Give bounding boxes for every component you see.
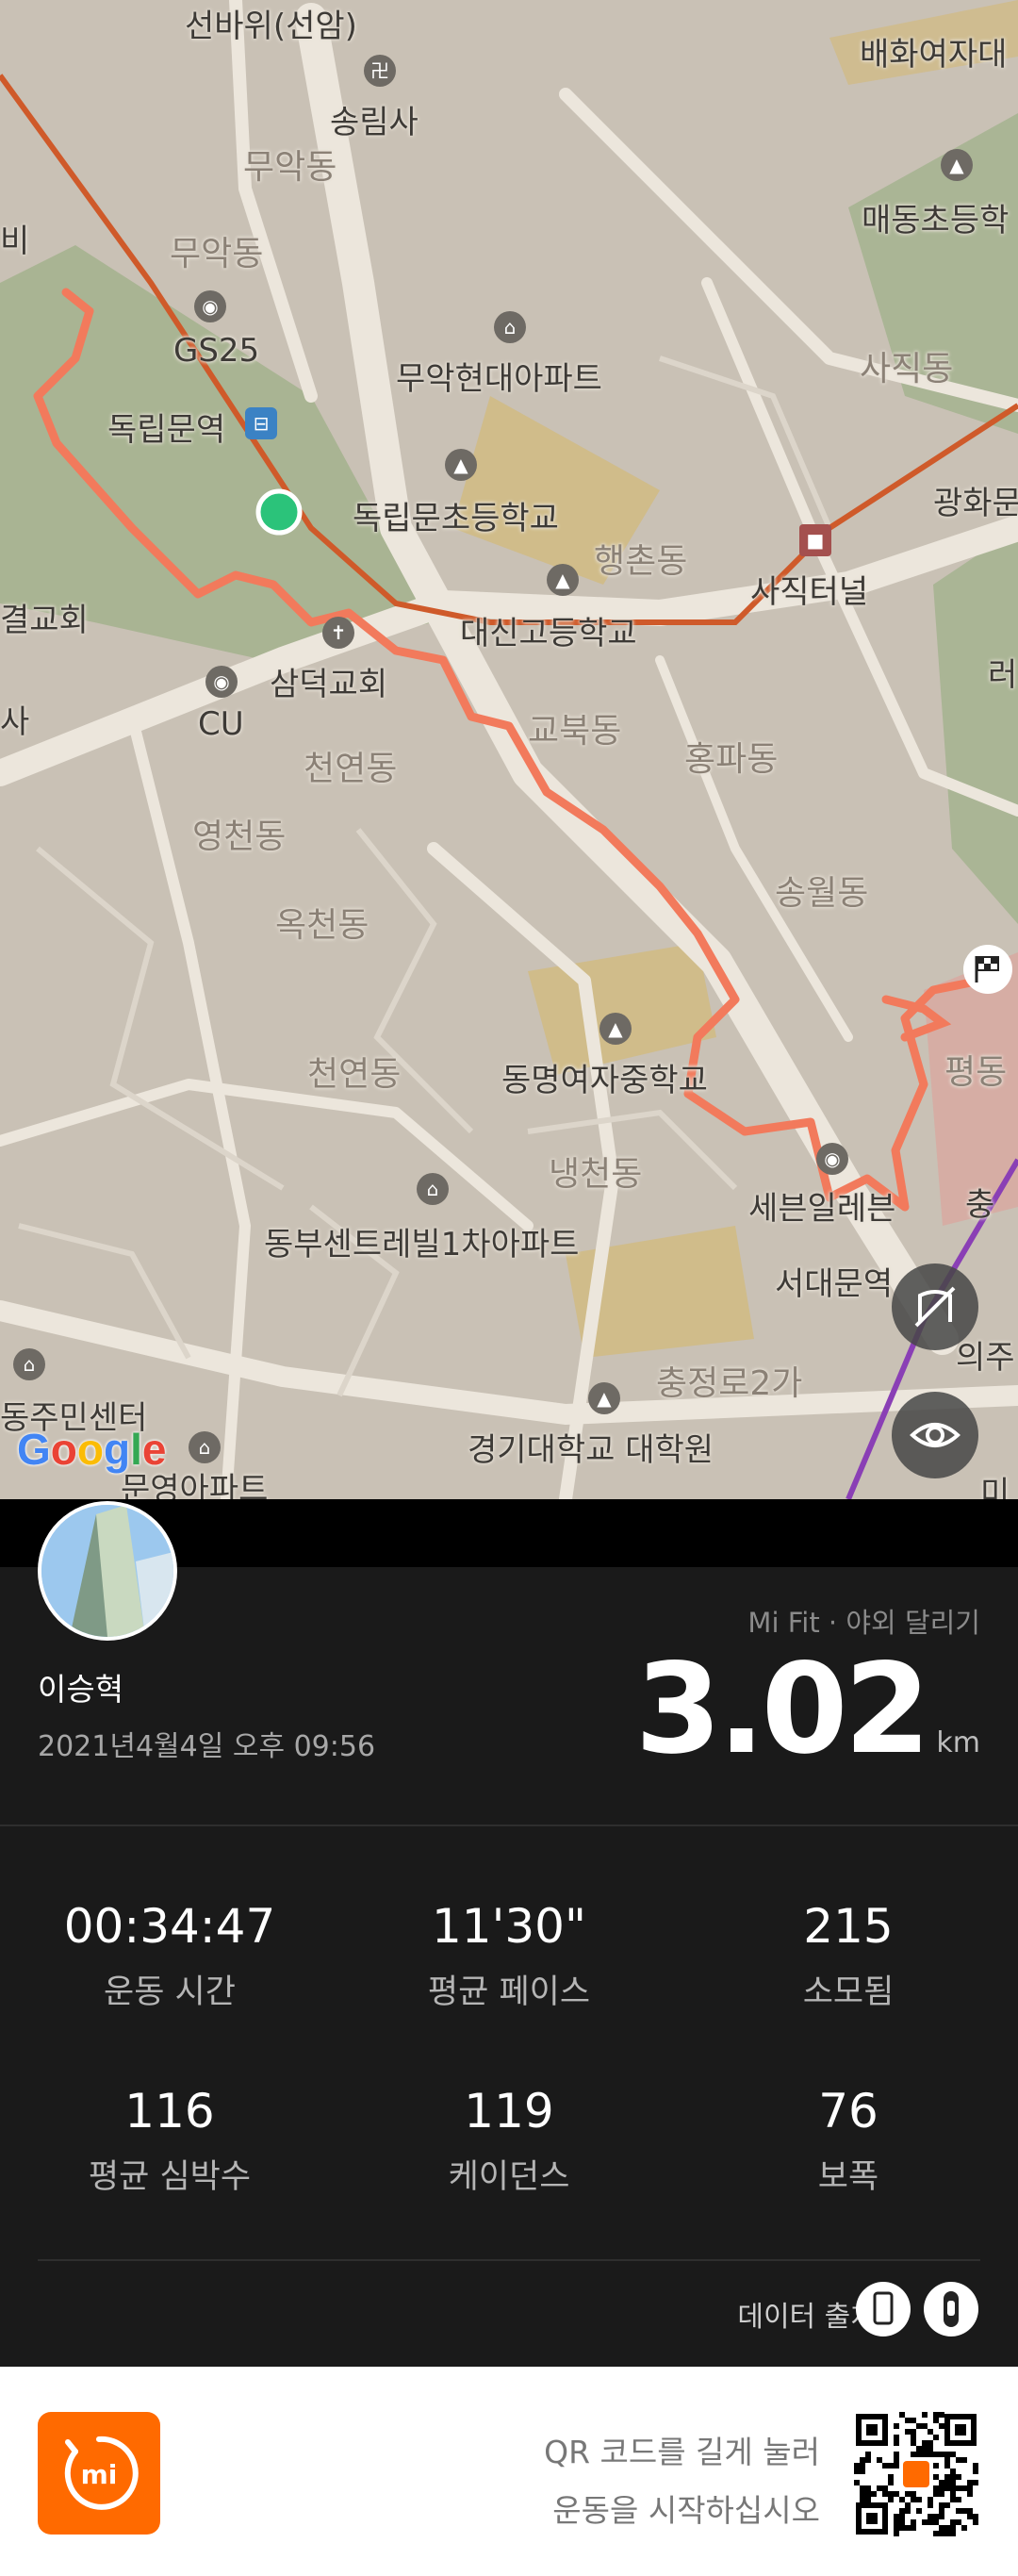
distance-display: 3.02 km bbox=[635, 1637, 980, 1782]
church-icon: ✝ bbox=[322, 617, 354, 649]
avatar[interactable] bbox=[38, 1501, 177, 1641]
stat-label: 운동 시간 bbox=[104, 1973, 236, 2011]
avatar-image bbox=[41, 1505, 173, 1637]
eye-icon bbox=[910, 1423, 961, 1447]
map-label: 충정로2가 bbox=[656, 1364, 803, 1403]
map-label: 광화문 bbox=[933, 485, 1018, 522]
stat-label: 케이던스 bbox=[448, 2158, 570, 2196]
stat-label: 소모됨 bbox=[802, 1973, 895, 2011]
view-toggle-button[interactable] bbox=[892, 1392, 978, 1478]
distance-value: 3.02 bbox=[634, 1637, 931, 1782]
map-label: 선바위(선암) bbox=[185, 8, 357, 45]
user-name: 이승혁 bbox=[38, 1671, 124, 1708]
map-label: 사 bbox=[0, 703, 30, 741]
map-label: 동부센트레빌1차아파트 bbox=[264, 1226, 580, 1263]
map-label: 평동 bbox=[944, 1053, 1008, 1092]
subway-icon: ⊟ bbox=[245, 407, 277, 439]
map-label: 송월동 bbox=[775, 874, 869, 913]
stat-cadence: 119 케이던스 bbox=[349, 2084, 669, 2198]
qr-instruction-line2: 운동을 시작하십시오 bbox=[552, 2492, 820, 2529]
map-label: GS25 bbox=[173, 332, 260, 370]
school-icon: ▲ bbox=[599, 1013, 632, 1045]
map-label: 천연동 bbox=[307, 1055, 402, 1094]
qr-instruction-line1: QR 코드를 길게 눌러 bbox=[544, 2434, 820, 2470]
map-label: 동명여자중학교 bbox=[501, 1062, 708, 1099]
stat-value: 00:34:47 bbox=[63, 1899, 276, 1954]
stat-calories: 215 소모됨 bbox=[688, 1899, 1009, 2013]
map-label: 결교회 bbox=[0, 602, 89, 639]
map-label: 무악동 bbox=[243, 148, 337, 187]
stat-avg-heart-rate: 116 평균 심박수 bbox=[9, 2084, 330, 2198]
stat-value: 215 bbox=[803, 1899, 894, 1954]
hide-route-button[interactable] bbox=[892, 1263, 978, 1350]
map-label: 천연동 bbox=[304, 750, 398, 788]
map-label: CU bbox=[198, 705, 244, 743]
map-label: 냉천동 bbox=[549, 1155, 643, 1194]
no-route-icon bbox=[914, 1286, 956, 1328]
divider bbox=[0, 1825, 1018, 1826]
map-label: 독립문역 bbox=[107, 411, 226, 449]
shop-icon: ◉ bbox=[194, 290, 226, 322]
stat-label: 평균 페이스 bbox=[427, 1973, 591, 2011]
school-icon: ▲ bbox=[588, 1382, 620, 1414]
map-label: 홍파동 bbox=[684, 740, 779, 779]
home-icon: ⌂ bbox=[417, 1173, 449, 1205]
stat-value: 116 bbox=[124, 2084, 215, 2138]
map-label: 러 bbox=[988, 656, 1018, 694]
stat-stride: 76 보폭 bbox=[688, 2084, 1009, 2198]
map-label: 독립문초등학교 bbox=[353, 500, 559, 537]
qr-code[interactable] bbox=[854, 2412, 978, 2536]
map-label: 경기대학교 대학원 bbox=[468, 1431, 714, 1469]
map-label: 대신고등학교 bbox=[460, 615, 637, 652]
school-icon: ▲ bbox=[547, 564, 579, 596]
map-label: 무악동 bbox=[170, 235, 264, 273]
map-label: 충 bbox=[965, 1186, 995, 1224]
map-label: 미 bbox=[980, 1475, 1010, 1499]
workout-datetime: 2021년4월4일 오후 09:56 bbox=[38, 1730, 376, 1763]
distance-unit: km bbox=[936, 1726, 980, 1759]
shop-icon: ◉ bbox=[205, 666, 238, 698]
route-map[interactable]: 선바위(선암) 배화여자대 卍 송림사 무악동 ▲ 매동초등학 비 무악동 ◉ … bbox=[0, 0, 1018, 1499]
tunnel-icon: ■ bbox=[799, 524, 831, 556]
map-label: 행촌동 bbox=[594, 542, 688, 581]
phone-icon bbox=[856, 2282, 911, 2337]
map-label: 배화여자대 bbox=[860, 36, 1008, 74]
school-icon: ▲ bbox=[445, 449, 477, 481]
map-label: 사직터널 bbox=[750, 573, 869, 611]
building-icon: ⌂ bbox=[13, 1348, 45, 1380]
map-label: 사직동 bbox=[860, 350, 954, 388]
map-label: 서대문역 bbox=[775, 1265, 894, 1303]
map-label: 비 bbox=[0, 223, 30, 260]
map-label: 송림사 bbox=[330, 104, 419, 141]
map-label: 무악현대아파트 bbox=[396, 360, 602, 398]
map-label: 세븐일레븐 bbox=[748, 1190, 896, 1228]
workout-source: Mi Fit · 야외 달리기 bbox=[747, 1607, 980, 1639]
svg-text:mi: mi bbox=[81, 2459, 118, 2490]
map-label: 삼덕교회 bbox=[270, 666, 388, 703]
finish-flag-icon bbox=[971, 952, 1005, 986]
stat-label: 평균 심박수 bbox=[88, 2158, 252, 2196]
mi-fit-logo: mi bbox=[38, 2412, 160, 2535]
map-label: 교북동 bbox=[528, 712, 622, 751]
map-label: 영천동 bbox=[192, 817, 287, 856]
stat-label: 보폭 bbox=[817, 2158, 879, 2196]
stat-value: 11'30" bbox=[432, 1899, 586, 1954]
home-icon: ⌂ bbox=[494, 311, 526, 343]
stat-duration: 00:34:47 운동 시간 bbox=[9, 1899, 330, 2013]
map-label: 옥천동 bbox=[275, 906, 369, 945]
stat-value: 76 bbox=[818, 2084, 878, 2138]
school-icon: ▲ bbox=[941, 149, 973, 181]
stat-avg-pace: 11'30" 평균 페이스 bbox=[349, 1899, 669, 2013]
map-label: 매동초등학 bbox=[862, 202, 1010, 239]
band-icon bbox=[924, 2282, 978, 2337]
divider bbox=[38, 2259, 980, 2261]
stat-value: 119 bbox=[464, 2084, 554, 2138]
google-logo: Google bbox=[17, 1425, 167, 1474]
home-icon: ⌂ bbox=[189, 1431, 221, 1463]
temple-icon: 卍 bbox=[364, 55, 396, 87]
shop-icon: ◉ bbox=[816, 1143, 848, 1175]
